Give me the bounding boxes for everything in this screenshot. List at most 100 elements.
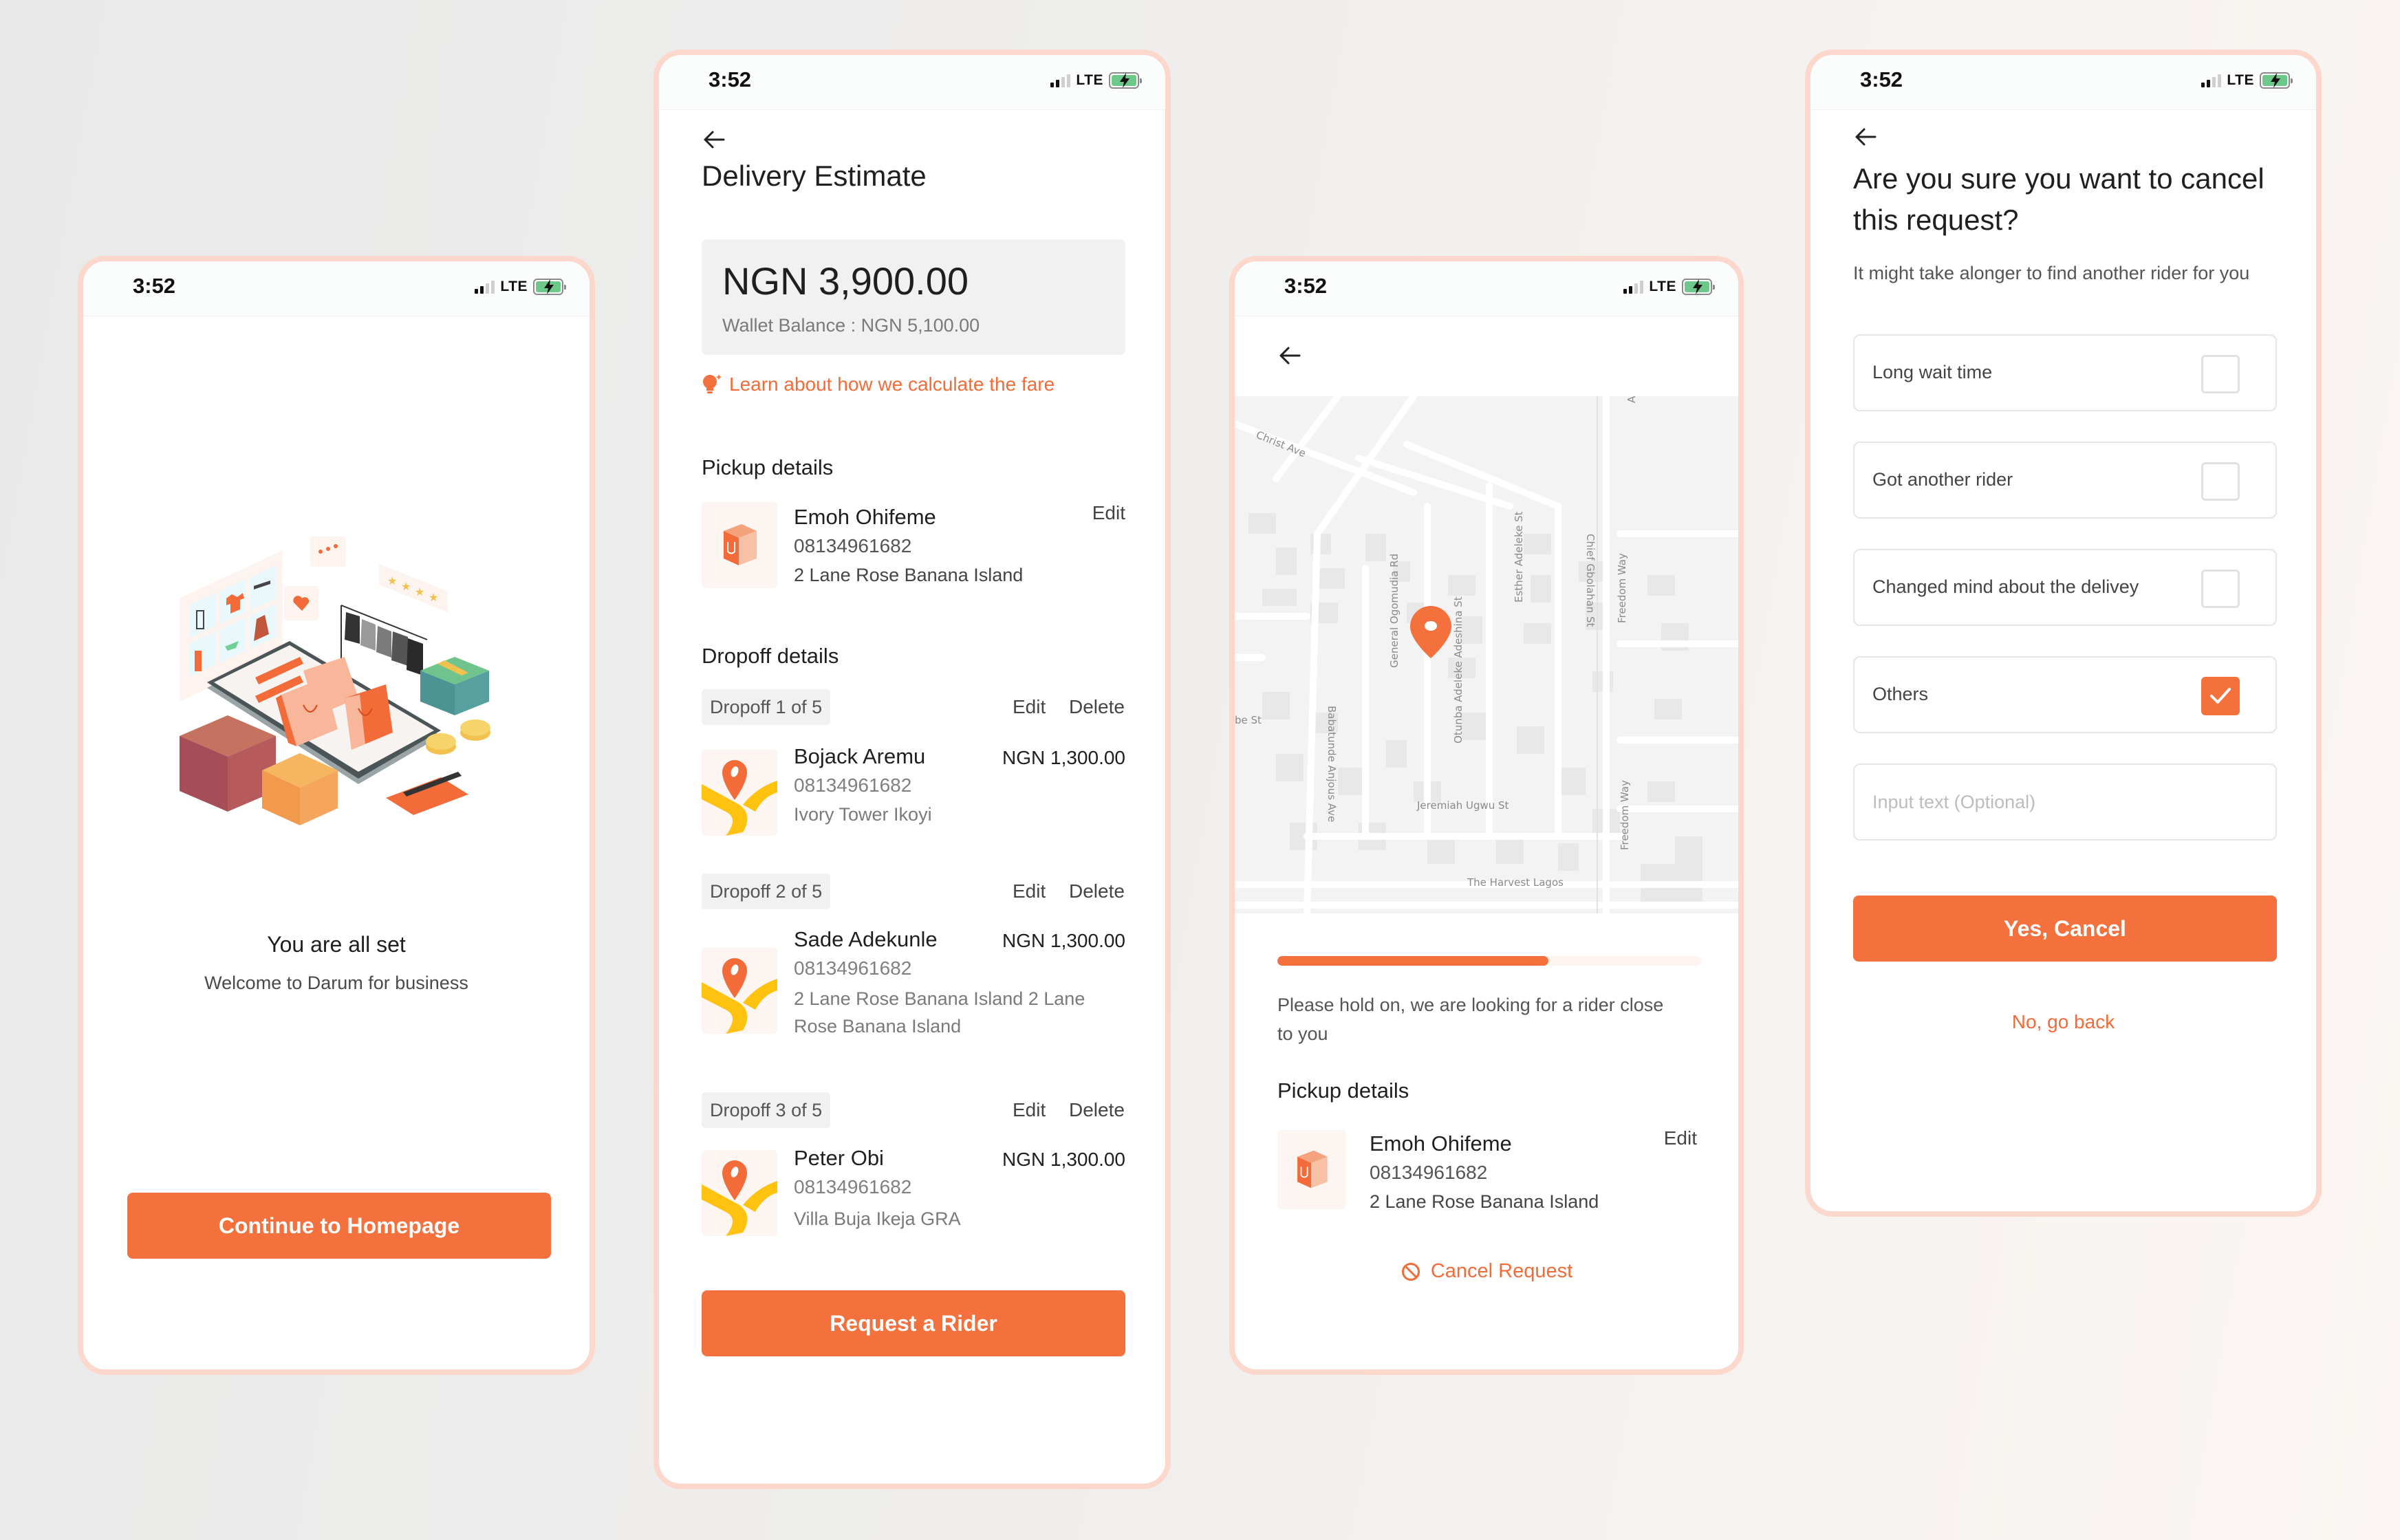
signal-icon xyxy=(475,280,495,294)
online-shopping-illustration: ★ ★ ★ ★ xyxy=(180,536,490,825)
map-street-label: Jeremiah Ugwu St xyxy=(1416,799,1509,812)
checkmark-icon xyxy=(2210,688,2231,704)
search-progress-fill xyxy=(1277,956,1549,966)
phone-screen-cancel-request: 3:52 LTE Are you sure you want to cancel… xyxy=(1805,50,2322,1217)
reason-label: Changed mind about the delivey xyxy=(1872,576,2139,597)
phone-screen-delivery-estimate: 3:52 LTE Delivery Estimate NGN 3,900.00 … xyxy=(653,50,1171,1489)
reason-checkbox[interactable] xyxy=(2201,462,2240,501)
arrow-left-icon[interactable] xyxy=(1853,127,1878,147)
searching-message: Please hold on, we are looking for a rid… xyxy=(1277,995,1664,1044)
arrow-left-icon[interactable] xyxy=(1277,345,1302,366)
map-street-label: Otunba Adeleke Adeshina St xyxy=(1452,596,1464,744)
battery-charging-icon xyxy=(1682,279,1715,295)
reason-option[interactable]: Got another rider xyxy=(1853,442,2277,519)
continue-to-homepage-button[interactable]: Continue to Homepage xyxy=(127,1193,551,1259)
map-street-label: Babatunde Anjous Ave xyxy=(1326,706,1338,822)
network-label: LTE xyxy=(1076,72,1103,88)
fare-card: NGN 3,900.00 Wallet Balance : NGN 5,100.… xyxy=(702,239,1125,355)
reason-label: Long wait time xyxy=(1872,362,1993,382)
dropoff-phone: 08134961682 xyxy=(794,957,912,979)
dropoff-heading: Dropoff details xyxy=(702,644,839,668)
dropoff-delete-link[interactable]: Delete xyxy=(1069,880,1125,902)
dropoff-edit-link[interactable]: Edit xyxy=(1013,696,1046,718)
map-street-label: be St xyxy=(1235,714,1262,726)
dropoff-address: Villa Buja Ikeja GRA xyxy=(794,1208,961,1229)
request-rider-button[interactable]: Request a Rider xyxy=(702,1290,1125,1356)
dropoff-delete-link[interactable]: Delete xyxy=(1069,1099,1125,1121)
status-bar: 3:52 LTE xyxy=(1810,55,2316,110)
dropoff-edit-link[interactable]: Edit xyxy=(1013,1099,1046,1121)
reason-checkbox[interactable] xyxy=(2201,355,2240,393)
reason-text-input[interactable] xyxy=(1853,763,2277,841)
status-time: 3:52 xyxy=(709,67,752,91)
dropoff-name: Peter Obi xyxy=(794,1146,884,1170)
map-street-label: General Ogomudia Rd xyxy=(1388,554,1401,668)
map-street-label: Chief Gbolahan St xyxy=(1584,534,1597,627)
pickup-entry: Emoh Ohifeme 08134961682 2 Lane Rose Ban… xyxy=(1277,1125,1701,1214)
reason-checkbox[interactable] xyxy=(2201,570,2240,608)
dropoff-tag: Dropoff 2 of 5 xyxy=(702,874,831,909)
network-label: LTE xyxy=(2227,72,2254,88)
dropoff-entry: Bojack Aremu 08134961682 Ivory Tower Iko… xyxy=(702,744,1125,841)
map-street-label: A xyxy=(1625,396,1638,403)
wallet-balance: Wallet Balance : NGN 5,100.00 xyxy=(722,315,980,336)
cancel-request-link[interactable]: Cancel Request xyxy=(1235,1260,1738,1283)
dropoff-entry: Sade Adekunle 08134961682 2 Lane Rose Ba… xyxy=(702,927,1125,1051)
status-bar: 3:52 LTE xyxy=(659,55,1165,110)
map-route-pin-icon xyxy=(702,948,777,1034)
go-back-link[interactable]: No, go back xyxy=(1810,1011,2316,1033)
confirm-cancel-button[interactable]: Yes, Cancel xyxy=(1853,896,2277,962)
pickup-name: Emoh Ohifeme xyxy=(794,505,936,529)
welcome-title: You are all set xyxy=(267,932,406,957)
dropoff-tag: Dropoff 1 of 5 xyxy=(702,689,831,725)
signal-icon xyxy=(1050,74,1071,87)
cancel-hint: It might take alonger to find another ri… xyxy=(1853,263,2250,283)
map-street-label: Freedom Way xyxy=(1616,553,1628,623)
dropoff-phone: 08134961682 xyxy=(794,774,912,796)
dropoff-phone: 08134961682 xyxy=(794,1176,912,1197)
page-title: Delivery Estimate xyxy=(702,160,927,192)
search-progress-bar xyxy=(1277,956,1701,966)
reason-option[interactable]: Others xyxy=(1853,656,2277,733)
reason-checkbox[interactable] xyxy=(2201,677,2240,715)
status-time: 3:52 xyxy=(1284,274,1328,298)
dropoff-address: 2 Lane Rose Banana Island 2 Lane Rose Ba… xyxy=(794,988,1085,1037)
map-street-label: Esther Adeleke St xyxy=(1513,511,1525,603)
reason-option[interactable]: Changed mind about the delivey xyxy=(1853,549,2277,626)
svg-text:★: ★ xyxy=(415,587,424,598)
package-box-icon xyxy=(1277,1130,1346,1209)
dropoff-name: Bojack Aremu xyxy=(794,744,926,768)
map-street-label: Freedom Way xyxy=(1619,780,1631,850)
dropoff-edit-link[interactable]: Edit xyxy=(1013,880,1046,902)
dropoff-address: Ivory Tower Ikoyi xyxy=(794,804,932,825)
svg-text:★: ★ xyxy=(429,592,438,604)
pickup-address: 2 Lane Rose Banana Island xyxy=(794,565,1024,585)
signal-icon xyxy=(1623,280,1644,294)
map-route-pin-icon xyxy=(702,1150,777,1236)
status-time: 3:52 xyxy=(1860,67,1903,91)
map-route-pin-icon xyxy=(702,750,777,836)
reason-label: Others xyxy=(1872,684,1929,704)
dropoff-name: Sade Adekunle xyxy=(794,927,938,951)
battery-charging-icon xyxy=(1109,72,1142,89)
dropoff-delete-link[interactable]: Delete xyxy=(1069,696,1125,718)
battery-charging-icon xyxy=(533,279,566,295)
learn-fare-link[interactable]: Learn about how we calculate the fare xyxy=(702,373,1055,396)
reason-option[interactable]: Long wait time xyxy=(1853,334,2277,411)
arrow-left-icon[interactable] xyxy=(702,129,726,150)
svg-text:★: ★ xyxy=(401,581,411,593)
pickup-edit-link[interactable]: Edit xyxy=(1664,1127,1697,1149)
map-view[interactable]: Christ Ave General Ogomudia Rd Otunba Ad… xyxy=(1235,396,1738,913)
svg-text:★: ★ xyxy=(387,576,397,587)
pickup-name: Emoh Ohifeme xyxy=(1370,1131,1512,1156)
pickup-phone: 08134961682 xyxy=(1370,1162,1488,1183)
prohibited-icon xyxy=(1401,1262,1420,1281)
pickup-heading: Pickup details xyxy=(702,455,834,479)
cancel-question: Are you sure you want to cancel this req… xyxy=(1853,162,2264,236)
dropoff-entry: Peter Obi 08134961682 Villa Buja Ikeja G… xyxy=(702,1146,1125,1242)
dropoff-price: NGN 1,300.00 xyxy=(1002,747,1125,768)
dropoff-price: NGN 1,300.00 xyxy=(1002,1149,1125,1170)
pickup-edit-link[interactable]: Edit xyxy=(1092,502,1125,524)
signal-icon xyxy=(2201,74,2222,87)
lightbulb-icon xyxy=(703,374,722,393)
